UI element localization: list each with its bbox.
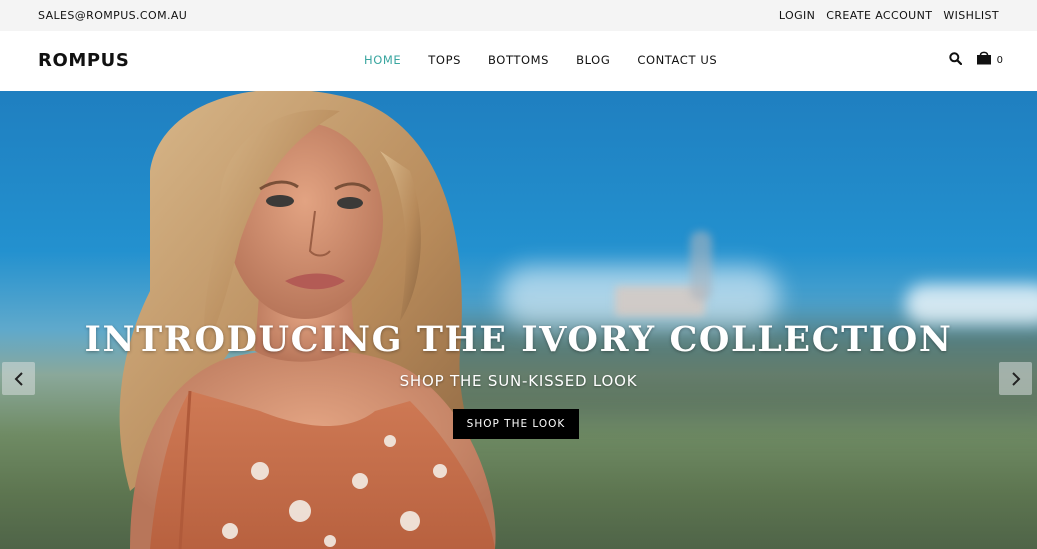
login-link[interactable]: LOGIN xyxy=(779,9,815,22)
background-cloud xyxy=(905,284,1037,324)
site-logo[interactable]: ROMPUS xyxy=(38,50,129,71)
account-links: LOGIN CREATE ACCOUNT WISHLIST xyxy=(779,9,999,22)
slider-next-button[interactable] xyxy=(999,362,1032,395)
hero-slider: INTRODUCING THE IVORY COLLECTION SHOP TH… xyxy=(0,91,1037,549)
cart-icon xyxy=(976,50,992,69)
hero-title: INTRODUCING THE IVORY COLLECTION xyxy=(84,319,953,360)
shop-the-look-button[interactable]: SHOP THE LOOK xyxy=(453,409,579,439)
cart-count: 0 xyxy=(996,55,1003,66)
nav-item-contact-us[interactable]: CONTACT US xyxy=(637,53,717,67)
chevron-right-icon xyxy=(1011,371,1020,386)
nav-item-tops[interactable]: TOPS xyxy=(428,53,461,67)
chevron-left-icon xyxy=(14,371,23,386)
nav-item-bottoms[interactable]: BOTTOMS xyxy=(488,53,549,67)
nav-item-blog[interactable]: BLOG xyxy=(576,53,610,67)
create-account-link[interactable]: CREATE ACCOUNT xyxy=(826,9,932,22)
site-header: ROMPUS HOME TOPS BOTTOMS BLOG CONTACT US… xyxy=(0,31,1037,91)
slider-prev-button[interactable] xyxy=(2,362,35,395)
cart-button[interactable]: 0 xyxy=(976,50,1003,69)
main-nav: HOME TOPS BOTTOMS BLOG CONTACT US xyxy=(364,53,744,67)
search-icon[interactable] xyxy=(948,50,962,69)
contact-email[interactable]: SALES@ROMPUS.COM.AU xyxy=(38,9,187,22)
top-utility-bar: SALES@ROMPUS.COM.AU LOGIN CREATE ACCOUNT… xyxy=(0,0,1037,31)
header-icons: 0 xyxy=(948,50,1003,69)
background-tower xyxy=(690,231,712,301)
wishlist-link[interactable]: WISHLIST xyxy=(943,9,999,22)
hero-subtitle: SHOP THE SUN-KISSED LOOK xyxy=(399,372,638,390)
nav-item-home[interactable]: HOME xyxy=(364,53,401,67)
